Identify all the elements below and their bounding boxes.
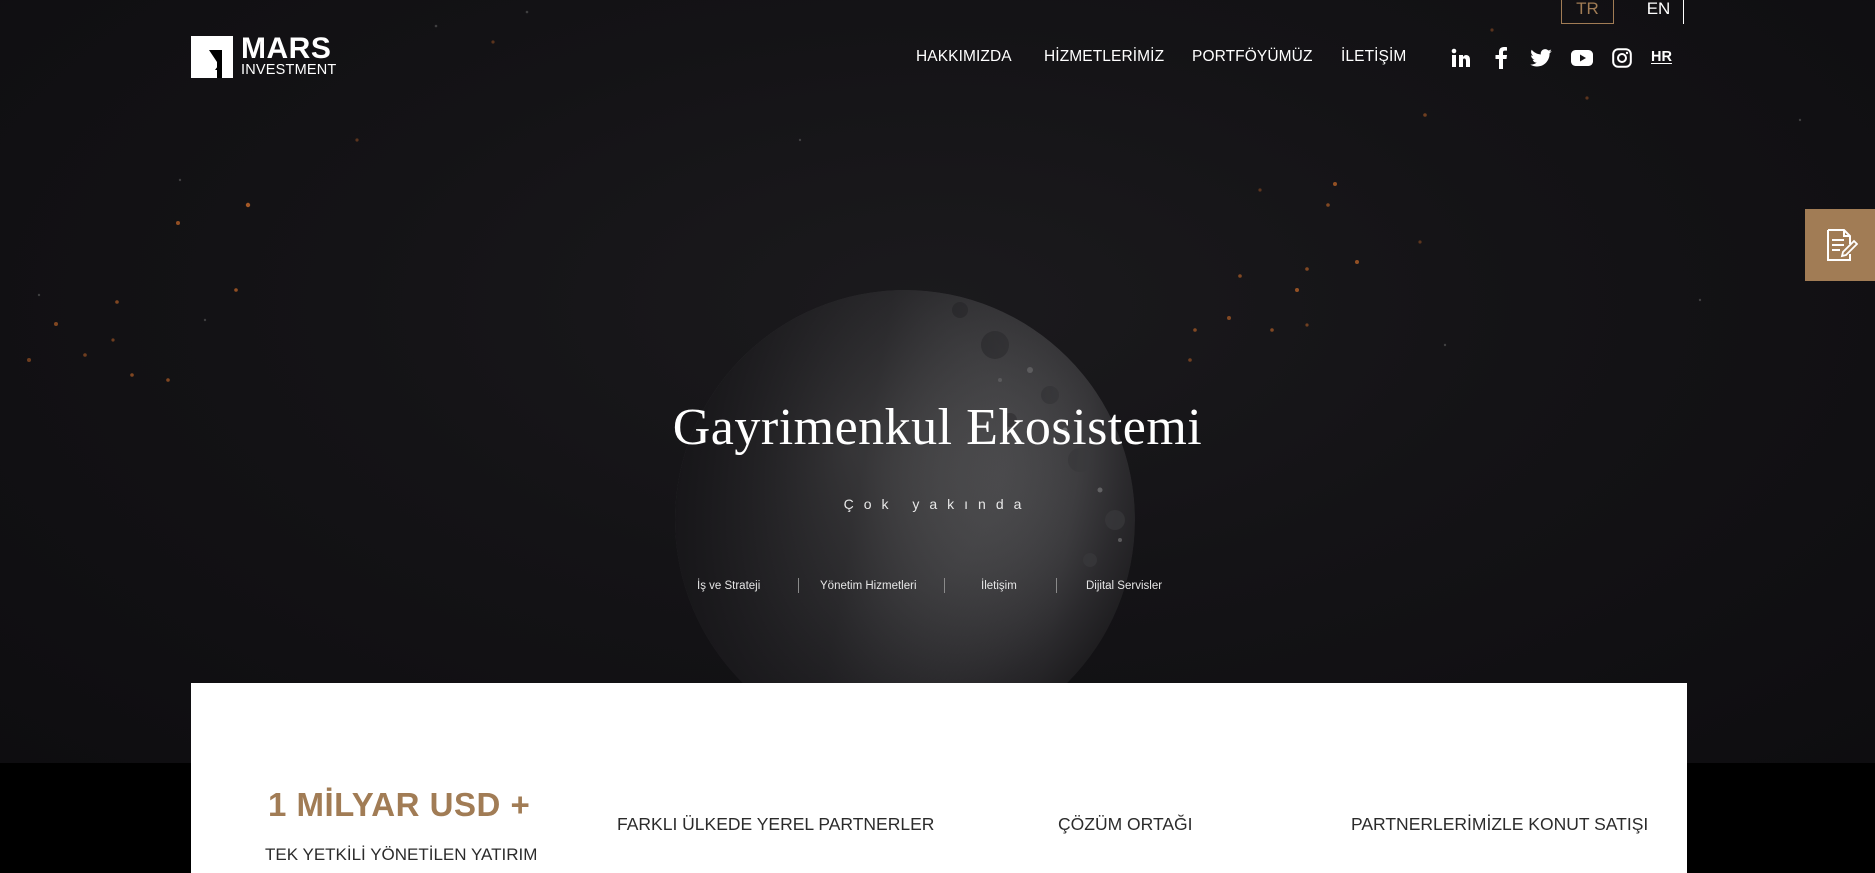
nav-item-iletisim[interactable]: İLETİŞİM xyxy=(1341,48,1406,66)
hero-section xyxy=(0,0,1875,763)
hero-link-iletisim[interactable]: İletişim xyxy=(981,580,1017,592)
hero-title: Gayrimenkul Ekosistemi xyxy=(672,399,1203,456)
stat-housing-sales: PARTNERLERİMİZLE KONUT SATIŞI xyxy=(1351,814,1649,834)
logo-mark-icon xyxy=(191,36,233,78)
stat-investment-value: 1 MİLYAR USD + xyxy=(268,786,531,823)
moon-illustration xyxy=(675,290,1135,750)
youtube-icon[interactable] xyxy=(1571,47,1593,69)
hr-link[interactable]: HR xyxy=(1651,49,1672,65)
hero-link-separator xyxy=(1056,578,1057,593)
nav-item-hizmetlerimiz[interactable]: HİZMETLERİMİZ xyxy=(1044,48,1164,66)
hero-link-yonetim-hizmetleri[interactable]: Yönetim Hizmetleri xyxy=(820,580,917,592)
side-form-tab[interactable] xyxy=(1805,209,1875,281)
language-en-button[interactable]: EN xyxy=(1634,0,1684,24)
logo-subword: INVESTMENT xyxy=(241,62,337,78)
hero-link-separator xyxy=(944,578,945,593)
hero-link-separator xyxy=(798,578,799,593)
mars-investment-logo[interactable]: MARS INVESTMENT xyxy=(191,32,351,80)
hero-subtitle: Çok yakında xyxy=(843,496,1032,512)
nav-item-hakkimizda[interactable]: HAKKIMIZDA xyxy=(916,48,1012,66)
hero-link-dijital-servisler[interactable]: Dijital Servisler xyxy=(1086,580,1162,592)
hero-link-is-ve-strateji[interactable]: İş ve Strateji xyxy=(697,580,760,592)
language-tr-button[interactable]: TR xyxy=(1561,0,1614,24)
stat-local-partners: FARKLI ÜLKEDE YEREL PARTNERLER xyxy=(617,814,935,834)
stat-solution-partner: ÇÖZÜM ORTAĞI xyxy=(1058,814,1193,834)
facebook-icon[interactable] xyxy=(1490,47,1512,69)
instagram-icon[interactable] xyxy=(1611,47,1633,69)
logo-word: MARS xyxy=(241,32,332,65)
nav-item-portfoyumuz[interactable]: PORTFÖYÜMÜZ xyxy=(1192,48,1313,66)
stat-investment-description: TEK YETKİLİ YÖNETİLEN YATIRIM xyxy=(265,845,538,864)
document-edit-icon xyxy=(1827,229,1858,261)
linkedin-icon[interactable] xyxy=(1450,47,1472,69)
twitter-icon[interactable] xyxy=(1530,47,1552,69)
